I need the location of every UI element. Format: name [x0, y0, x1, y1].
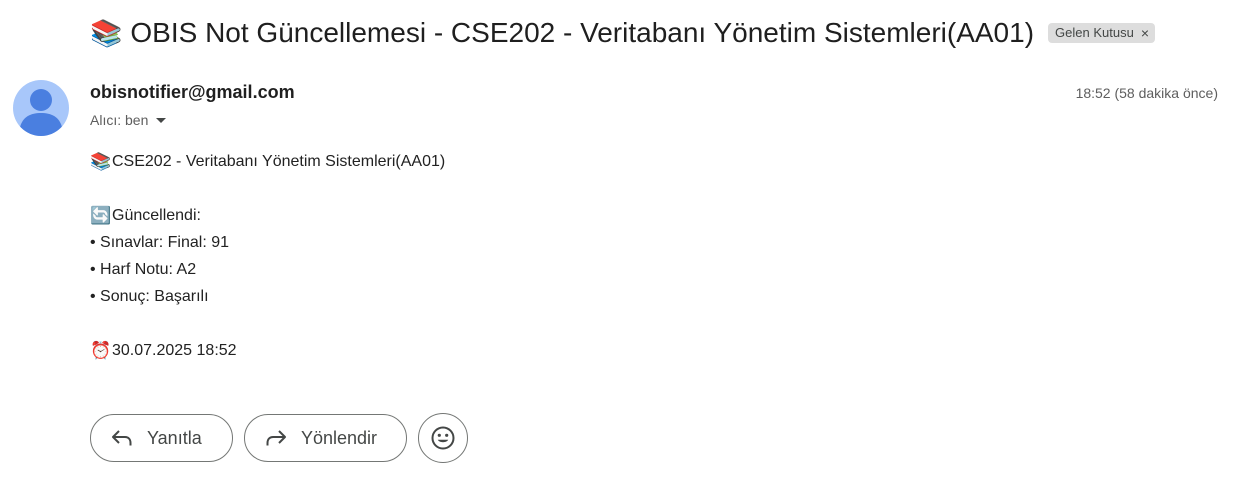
books-icon: 📚: [90, 152, 112, 171]
reply-icon: [112, 430, 132, 446]
label-name: Gelen Kutusu: [1055, 25, 1134, 40]
books-icon: 📚: [90, 18, 123, 48]
person-icon: [19, 89, 63, 136]
forward-button[interactable]: Yönlendir: [244, 414, 407, 462]
alarm-clock-icon: ⏰: [90, 341, 112, 360]
datetime-line: ⏰ 30.07.2025 18:52: [90, 337, 445, 364]
forward-label: Yönlendir: [301, 427, 378, 448]
subject-row: 📚 OBIS Not Güncellemesi - CSE202 - Verit…: [90, 12, 1241, 54]
action-bar: Yanıtla Yönlendir: [90, 413, 479, 463]
chevron-down-icon[interactable]: [156, 117, 167, 123]
update-datetime: 30.07.2025 18:52: [112, 342, 237, 359]
avatar[interactable]: [13, 80, 69, 136]
recipient-row[interactable]: Alıcı: ben: [90, 112, 167, 128]
reply-label: Yanıtla: [147, 427, 202, 448]
reply-button[interactable]: Yanıtla: [90, 414, 233, 462]
recipient-label: Alıcı: ben: [90, 112, 149, 128]
email-timestamp: 18:52 (58 dakika önce): [1075, 85, 1218, 101]
email-subject: OBIS Not Güncellemesi - CSE202 - Veritab…: [130, 17, 1035, 48]
emoji-reaction-button[interactable]: [418, 413, 468, 463]
close-icon[interactable]: ×: [1141, 26, 1149, 40]
updated-line: 🔄 Güncellendi:: [90, 202, 445, 229]
list-item: • Sonuç: Başarılı: [90, 288, 209, 305]
sender-address[interactable]: obisnotifier@gmail.com: [90, 82, 295, 103]
inbox-label-chip[interactable]: Gelen Kutusu ×: [1048, 23, 1155, 43]
list-item: • Harf Notu: A2: [90, 261, 197, 278]
course-name: CSE202 - Veritabanı Yönetim Sistemleri(A…: [112, 153, 446, 170]
list-item: • Sınavlar: Final: 91: [90, 234, 229, 251]
course-line: 📚 CSE202 - Veritabanı Yönetim Sistemleri…: [90, 148, 445, 175]
email-body: 📚 CSE202 - Veritabanı Yönetim Sistemleri…: [90, 148, 445, 364]
email-view: 📚 OBIS Not Güncellemesi - CSE202 - Verit…: [0, 0, 1241, 478]
updated-heading: Güncellendi:: [112, 207, 201, 224]
forward-icon: [266, 430, 286, 446]
emoji-reaction-icon: [431, 426, 455, 450]
refresh-icon: 🔄: [90, 206, 112, 225]
